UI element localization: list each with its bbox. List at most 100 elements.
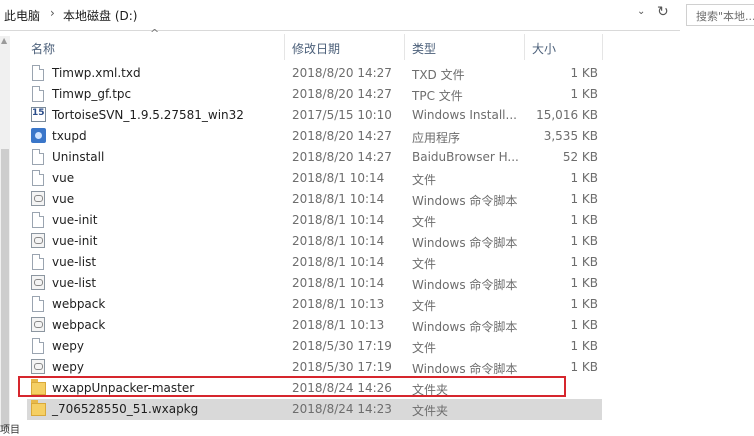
address-bar[interactable]: 此电脑 › 本地磁盘 (D:) ⌄ ↻ — [0, 0, 680, 31]
file-row[interactable]: TortoiseSVN_1.9.5.27581_win32 2017/5/15 1… — [27, 105, 602, 126]
file-name[interactable]: _706528550_51.wxapkg — [52, 402, 198, 416]
file-type: Windows 命令脚本 — [412, 236, 518, 250]
file-row[interactable]: vue 2018/8/1 10:14 Windows 命令脚本 1 KB — [27, 189, 602, 210]
script-icon — [31, 317, 45, 332]
file-date: 2018/5/30 17:19 — [292, 339, 392, 353]
file-date: 2018/8/1 10:14 — [292, 234, 385, 248]
file-date: 2018/8/20 14:27 — [292, 129, 392, 143]
file-name[interactable]: vue-list — [52, 276, 96, 290]
column-divider[interactable] — [524, 34, 525, 60]
file-name[interactable]: Uninstall — [52, 150, 104, 164]
file-row[interactable]: wepy 2018/5/30 17:19 Windows 命令脚本 1 KB — [27, 357, 602, 378]
column-divider[interactable] — [602, 34, 603, 60]
file-name[interactable]: Timwp_gf.tpc — [52, 87, 131, 101]
address-dropdown-icon[interactable]: ⌄ — [637, 6, 645, 17]
file-row[interactable]: vue-init 2018/8/1 10:14 Windows 命令脚本 1 KB — [27, 231, 602, 252]
file-size: 1 KB — [570, 234, 598, 248]
file-type: 应用程序 — [412, 131, 461, 145]
column-header-row: 名称 修改日期 类型 大小 — [27, 34, 602, 60]
file-size: 1 KB — [570, 66, 598, 80]
folder-icon — [31, 400, 46, 416]
file-date: 2018/8/1 10:13 — [292, 297, 385, 311]
file-row[interactable]: txupd 2018/8/20 14:27 应用程序 3,535 KB — [27, 126, 602, 147]
file-type: TPC 文件 — [412, 89, 463, 103]
file-type: Windows 命令脚本 — [412, 362, 518, 376]
file-size: 1 KB — [570, 360, 598, 374]
breadcrumb-this-pc[interactable]: 此电脑 — [4, 7, 40, 24]
column-header-size[interactable]: 大小 — [532, 40, 556, 57]
file-name[interactable]: vue — [52, 192, 74, 206]
file-type: TXD 文件 — [412, 68, 465, 82]
breadcrumb-separator[interactable]: › — [50, 6, 55, 20]
file-row[interactable]: Timwp_gf.tpc 2018/8/20 14:27 TPC 文件 1 KB — [27, 84, 602, 105]
file-list-scrollbar[interactable] — [737, 30, 754, 432]
file-date: 2018/8/20 14:27 — [292, 87, 392, 101]
file-icon — [32, 212, 44, 228]
column-divider[interactable] — [284, 34, 285, 60]
file-date: 2018/8/20 14:27 — [292, 150, 392, 164]
search-input[interactable]: 搜索"本地... — [686, 4, 754, 26]
column-header-date[interactable]: 修改日期 — [292, 40, 340, 57]
script-icon — [31, 275, 45, 290]
file-name[interactable]: TortoiseSVN_1.9.5.27581_win32 — [52, 108, 244, 122]
file-date: 2018/8/1 10:14 — [292, 171, 385, 185]
file-type: 文件 — [412, 299, 437, 313]
file-icon — [32, 170, 44, 186]
file-icon — [32, 296, 44, 312]
file-name[interactable]: vue-init — [52, 234, 97, 248]
script-icon — [31, 233, 45, 248]
file-name[interactable]: vue-init — [52, 213, 97, 227]
refresh-icon[interactable]: ↻ — [657, 4, 669, 20]
file-row[interactable]: vue-list 2018/8/1 10:14 文件 1 KB — [27, 252, 602, 273]
column-header-name[interactable]: 名称 — [31, 40, 55, 57]
file-name[interactable]: txupd — [52, 129, 87, 143]
file-size: 1 KB — [570, 276, 598, 290]
file-name[interactable]: vue — [52, 171, 74, 185]
file-type: Windows 命令脚本 — [412, 194, 518, 208]
column-divider[interactable] — [404, 34, 405, 60]
file-row[interactable]: webpack 2018/8/1 10:13 Windows 命令脚本 1 KB — [27, 315, 602, 336]
nav-pane-scrollbar[interactable]: ▲ — [0, 36, 10, 432]
file-row[interactable]: vue-init 2018/8/1 10:14 文件 1 KB — [27, 210, 602, 231]
file-size: 15,016 KB — [536, 108, 598, 122]
column-header-type[interactable]: 类型 — [412, 40, 436, 57]
file-date: 2017/5/15 10:10 — [292, 108, 392, 122]
file-row[interactable]: Uninstall 2018/8/20 14:27 BaiduBrowser H..… — [27, 147, 602, 168]
file-icon — [32, 65, 44, 81]
file-size: 52 KB — [562, 150, 598, 164]
file-name[interactable]: vue-list — [52, 255, 96, 269]
file-date: 2018/8/24 14:23 — [292, 402, 392, 416]
file-row[interactable]: _706528550_51.wxapkg 2018/8/24 14:23 文件夹 — [27, 399, 602, 420]
file-icon — [32, 86, 44, 102]
file-size: 1 KB — [570, 171, 598, 185]
file-type: Windows 命令脚本 — [412, 278, 518, 292]
file-name[interactable]: webpack — [52, 297, 105, 311]
file-size: 3,535 KB — [543, 129, 598, 143]
item-count-label: 项目 — [0, 425, 20, 436]
file-row[interactable]: Timwp.xml.txd 2018/8/20 14:27 TXD 文件 1 KB — [27, 63, 602, 84]
file-name[interactable]: Timwp.xml.txd — [52, 66, 141, 80]
file-name[interactable]: wepy — [52, 339, 84, 353]
file-row[interactable]: vue-list 2018/8/1 10:14 Windows 命令脚本 1 KB — [27, 273, 602, 294]
breadcrumb-drive-d[interactable]: 本地磁盘 (D:) — [63, 7, 137, 24]
file-type: 文件 — [412, 341, 437, 355]
file-size: 1 KB — [570, 87, 598, 101]
installer-icon — [31, 107, 46, 122]
file-row[interactable]: wepy 2018/5/30 17:19 文件 1 KB — [27, 336, 602, 357]
nav-scrollbar-thumb[interactable] — [1, 149, 9, 429]
file-type: Windows Install... — [412, 108, 517, 122]
file-type: 文件 — [412, 173, 437, 187]
file-type: Windows 命令脚本 — [412, 320, 518, 334]
scroll-up-icon[interactable]: ▲ — [1, 36, 7, 45]
file-size: 1 KB — [570, 192, 598, 206]
file-type: 文件夹 — [412, 404, 449, 418]
file-name[interactable]: webpack — [52, 318, 105, 332]
file-size: 1 KB — [570, 255, 598, 269]
file-date: 2018/8/1 10:14 — [292, 213, 385, 227]
file-size: 1 KB — [570, 339, 598, 353]
file-row[interactable]: webpack 2018/8/1 10:13 文件 1 KB — [27, 294, 602, 315]
file-size: 1 KB — [570, 213, 598, 227]
file-name[interactable]: wepy — [52, 360, 84, 374]
file-icon — [32, 254, 44, 270]
file-row[interactable]: vue 2018/8/1 10:14 文件 1 KB — [27, 168, 602, 189]
